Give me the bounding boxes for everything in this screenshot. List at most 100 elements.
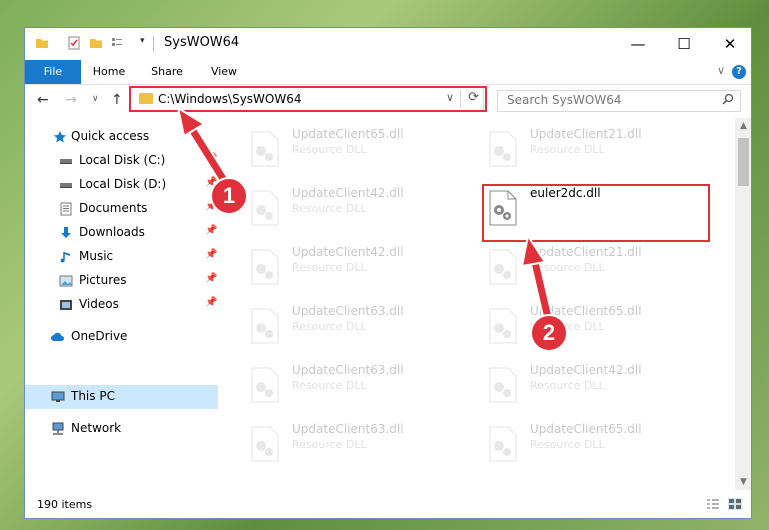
close-button[interactable]: ✕ [707,28,751,60]
expand-ribbon-icon[interactable]: ∨ [717,64,725,77]
back-button[interactable]: ← [37,92,49,108]
drive-icon [60,183,72,188]
tiles-view-icon[interactable] [728,498,742,510]
file-description: Resource DLL [530,438,605,451]
file-item[interactable]: UpdateClient42.dll Resource DLL [468,357,698,413]
sidebar-item-local-disk-c[interactable]: Local Disk (C:) 📌 [25,149,218,173]
file-item[interactable]: UpdateClient63.dll Resource DLL [230,416,460,472]
sidebar-item-pictures[interactable]: Pictures 📌 [25,269,218,293]
file-name: UpdateClient63.dll [292,304,404,318]
sidebar-item-music[interactable]: Music 📌 [25,245,218,269]
music-icon [60,252,70,263]
file-name: UpdateClient42.dll [292,245,404,259]
step-badge-1: 1 [210,177,248,215]
up-button[interactable]: ↑ [111,92,123,108]
dll-file-icon [251,249,279,285]
navigation-pane: Quick access Local Disk (C:) 📌 Local Dis… [25,118,218,490]
status-bar: 190 items [25,490,751,518]
sidebar-item-onedrive[interactable]: OneDrive [25,325,218,349]
dll-file-icon [489,426,517,462]
customize-toolbar-icon[interactable]: ▾ [140,36,145,46]
file-item[interactable]: UpdateClient42.dll Resource DLL [230,239,460,295]
pictures-icon [59,275,73,287]
file-description: Resource DLL [530,261,605,274]
file-description: Resource DLL [292,438,367,451]
vertical-scrollbar[interactable]: ▲ ▼ [735,118,751,490]
sidebar-item-label: Downloads [79,225,145,239]
sidebar-item-label: Local Disk (D:) [79,177,167,191]
network-icon [52,422,64,435]
file-name: UpdateClient63.dll [292,422,404,436]
file-item[interactable]: UpdateClient65.dll Resource DLL [468,416,698,472]
file-description: Resource DLL [292,320,367,333]
file-name: UpdateClient21.dll [530,127,642,141]
file-item[interactable]: UpdateClient42.dll Resource DLL [230,180,460,236]
sidebar-item-downloads[interactable]: Downloads 📌 [25,221,218,245]
sidebar-item-label: Videos [79,297,119,311]
file-item[interactable]: UpdateClient63.dll Resource DLL [230,357,460,413]
file-item[interactable]: UpdateClient65.dll Resource DLL [230,121,460,177]
maximize-button[interactable]: ☐ [661,28,707,60]
file-highlight-box [482,184,710,242]
file-name: UpdateClient42.dll [292,186,404,200]
pin-icon[interactable]: 📌 [205,225,217,236]
sidebar-item-videos[interactable]: Videos 📌 [25,293,218,317]
view-options-icon[interactable] [111,36,125,50]
file-item[interactable]: UpdateClient65.dll Resource DLL [468,298,698,354]
file-description: Resource DLL [292,143,367,156]
pin-icon[interactable]: 📌 [205,273,217,284]
file-item[interactable]: UpdateClient21.dll Resource DLL [468,239,698,295]
tab-home[interactable]: Home [85,60,133,84]
new-folder-icon[interactable] [89,36,103,50]
file-description: Resource DLL [292,261,367,274]
file-description: Resource DLL [530,379,605,392]
search-icon[interactable] [722,93,734,105]
file-name: UpdateClient21.dll [530,245,642,259]
window-title: SysWOW64 [164,35,240,50]
pin-icon[interactable]: 📌 [205,249,217,260]
dll-file-icon [489,131,517,167]
file-name: UpdateClient63.dll [292,363,404,377]
tab-share[interactable]: Share [143,60,191,84]
dll-file-icon [489,367,517,403]
scroll-down-icon[interactable]: ▼ [740,477,747,487]
sidebar-item-network[interactable]: Network [25,417,218,441]
sidebar-item-label: Music [79,249,114,263]
sidebar-item-local-disk-d[interactable]: Local Disk (D:) 📌 [25,173,218,197]
search-input[interactable]: Search SysWOW64 [497,90,741,112]
ribbon: File Home Share View ∨ ? [25,60,751,85]
file-item[interactable]: UpdateClient21.dll Resource DLL [468,121,698,177]
tab-view[interactable]: View [201,60,247,84]
drive-icon [60,159,72,164]
pin-icon[interactable]: 📌 [205,153,217,164]
search-placeholder: Search SysWOW64 [507,93,622,107]
sidebar-item-documents[interactable]: Documents 📌 [25,197,218,221]
dll-file-icon [251,426,279,462]
star-icon [54,131,66,143]
address-highlight-box [129,86,487,112]
sidebar-item-label: Documents [79,201,148,215]
sidebar-item-label: This PC [71,389,115,403]
tab-file[interactable]: File [25,60,81,84]
sidebar-item-label: Quick access [71,129,150,143]
pin-icon[interactable]: 📌 [205,297,217,308]
navigation-bar: ← → ∨ ↑ C:\Windows\SysWOW64 ∨ ⟳ Search S… [25,84,751,118]
title-bar: ▾ SysWOW64 — ☐ ✕ [25,28,751,60]
sidebar-item-quick-access[interactable]: Quick access [25,125,218,149]
properties-icon[interactable] [67,36,81,50]
file-item[interactable]: UpdateClient63.dll Resource DLL [230,298,460,354]
recent-locations-button[interactable]: ∨ [92,94,99,104]
dll-file-icon [251,131,279,167]
file-description: Resource DLL [292,202,367,215]
scroll-up-icon[interactable]: ▲ [740,121,747,131]
help-icon[interactable]: ? [732,65,746,79]
item-count: 190 items [37,498,93,511]
sidebar-item-label: Network [71,421,122,435]
details-view-icon[interactable] [706,498,720,510]
sidebar-item-this-pc[interactable]: This PC [25,385,218,409]
dll-file-icon [251,367,279,403]
minimize-button[interactable]: — [615,28,661,60]
scrollbar-thumb[interactable] [738,138,749,186]
file-name: UpdateClient65.dll [530,422,642,436]
forward-button[interactable]: → [65,92,77,108]
